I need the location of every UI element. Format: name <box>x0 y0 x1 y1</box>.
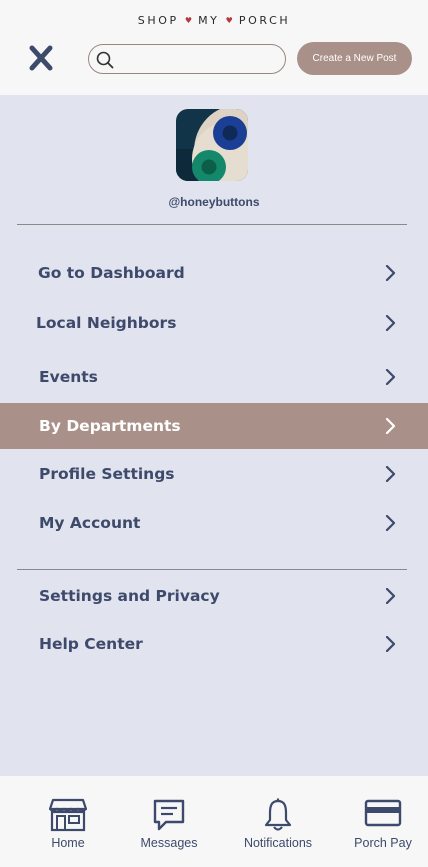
brand-heart-icon: ♥ <box>225 16 233 25</box>
tab-label: Home <box>51 836 85 850</box>
chevron-right-icon <box>385 588 396 604</box>
brand-logo: SHOP ♥ MY ♥ PORCH <box>0 14 428 27</box>
search-bar[interactable] <box>88 44 286 74</box>
bottom-tab-bar: Home Messages Notifications Porch Pay <box>0 776 428 867</box>
menu-item-label: Help Center <box>39 635 143 653</box>
store-icon <box>49 798 87 832</box>
search-icon <box>96 51 114 69</box>
side-menu: @honeybuttons Go to Dashboard Local Neig… <box>0 95 428 776</box>
menu-item-label: By Departments <box>39 417 181 435</box>
chevron-right-icon <box>385 418 396 434</box>
close-icon[interactable] <box>27 44 55 72</box>
brand-word-3: PORCH <box>238 14 291 27</box>
tab-notifications[interactable]: Notifications <box>228 776 328 867</box>
menu-item-by-departments[interactable]: By Departments <box>0 403 428 449</box>
chevron-right-icon <box>385 515 396 531</box>
search-input[interactable] <box>121 49 275 71</box>
chevron-right-icon <box>385 315 396 331</box>
divider <box>17 224 407 225</box>
menu-item-label: My Account <box>39 514 141 532</box>
tab-home[interactable]: Home <box>18 776 118 867</box>
tab-label: Porch Pay <box>354 836 412 850</box>
menu-item-profile-settings[interactable]: Profile Settings <box>0 451 428 497</box>
menu-item-my-account[interactable]: My Account <box>0 500 428 546</box>
brand-word-1: SHOP <box>137 14 179 27</box>
menu-item-events[interactable]: Events <box>0 354 428 400</box>
menu-item-help-center[interactable]: Help Center <box>0 621 428 667</box>
chevron-right-icon <box>385 636 396 652</box>
menu-item-label: Settings and Privacy <box>39 587 220 605</box>
chevron-right-icon <box>385 466 396 482</box>
profile-avatar[interactable] <box>176 109 248 181</box>
bell-icon <box>264 798 292 831</box>
credit-card-icon <box>364 799 402 827</box>
menu-item-label: Events <box>39 368 98 386</box>
tab-label: Messages <box>140 836 198 850</box>
brand-heart-icon: ♥ <box>184 16 192 25</box>
tab-label: Notifications <box>243 836 313 850</box>
top-header: SHOP ♥ MY ♥ PORCH Create a New Post <box>0 0 428 94</box>
message-icon <box>153 799 185 831</box>
menu-item-label: Local Neighbors <box>36 314 177 332</box>
menu-item-dashboard[interactable]: Go to Dashboard <box>0 250 428 296</box>
create-post-button[interactable]: Create a New Post <box>297 42 412 75</box>
profile-username[interactable]: @honeybuttons <box>0 195 428 209</box>
menu-item-label: Profile Settings <box>39 465 175 483</box>
tab-messages[interactable]: Messages <box>119 776 219 867</box>
menu-item-settings-privacy[interactable]: Settings and Privacy <box>0 573 428 619</box>
chevron-right-icon <box>385 265 396 281</box>
menu-item-local-neighbors[interactable]: Local Neighbors <box>0 300 428 346</box>
chevron-right-icon <box>385 369 396 385</box>
brand-word-2: MY <box>198 14 220 27</box>
divider <box>17 569 407 570</box>
menu-item-label: Go to Dashboard <box>38 264 185 282</box>
tab-porch-pay[interactable]: Porch Pay <box>333 776 428 867</box>
